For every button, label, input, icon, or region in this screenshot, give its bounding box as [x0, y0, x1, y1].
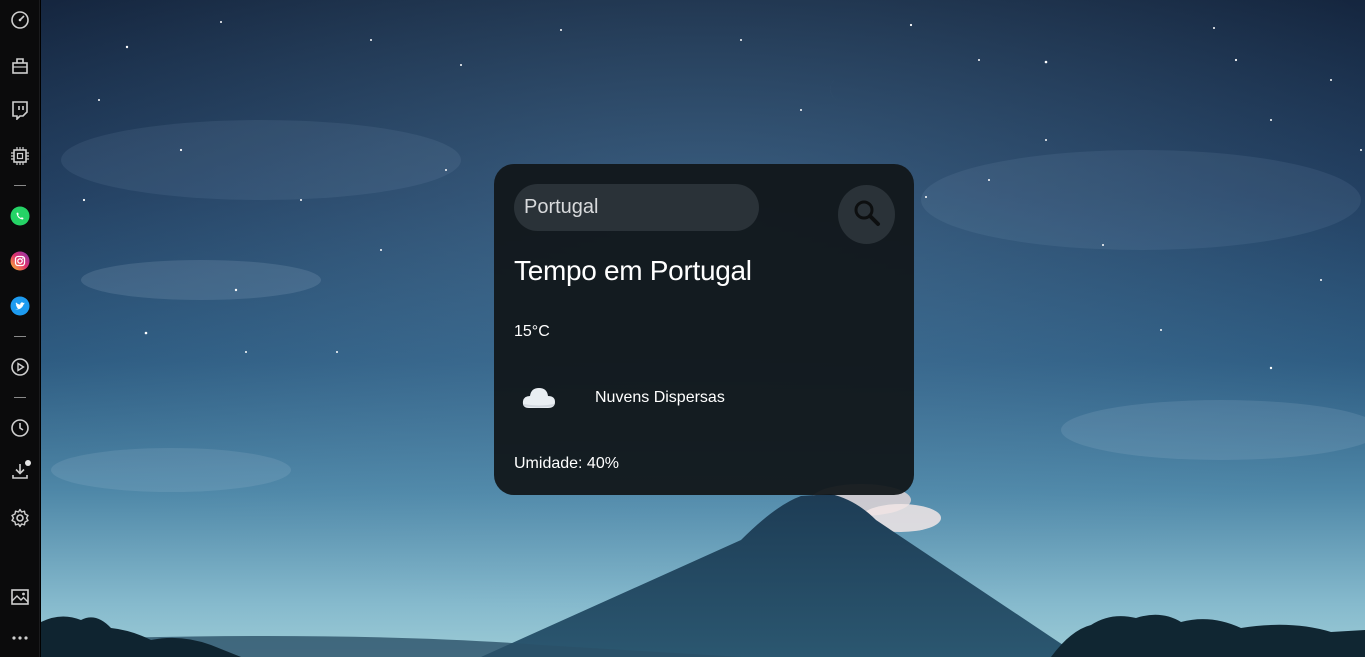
- player-icon[interactable]: [8, 355, 32, 379]
- wallpaper-icon[interactable]: [8, 585, 32, 609]
- sidebar-divider: [14, 397, 26, 398]
- download-icon[interactable]: [8, 459, 32, 483]
- weather-description: Nuvens Dispersas: [595, 389, 725, 406]
- twitter-icon[interactable]: [8, 294, 32, 318]
- whatsapp-icon[interactable]: [8, 204, 32, 228]
- search-icon: [853, 199, 881, 230]
- more-icon[interactable]: [8, 626, 32, 650]
- temperature: 15°C: [514, 323, 550, 340]
- search-input[interactable]: [514, 184, 759, 231]
- sidebar-divider: [14, 185, 26, 186]
- sidebar: [0, 0, 40, 657]
- clock-icon[interactable]: [8, 416, 32, 440]
- cloud-icon: [522, 384, 556, 417]
- notification-dot: [25, 460, 31, 466]
- weather-card: Tempo em Portugal 15°C Nuvens Dispersas …: [494, 164, 914, 495]
- humidity: Umidade: 40%: [514, 455, 619, 472]
- weather-title: Tempo em Portugal: [514, 255, 752, 286]
- instagram-icon[interactable]: [8, 249, 32, 273]
- cpu-icon[interactable]: [8, 144, 32, 168]
- gear-icon[interactable]: [8, 506, 32, 530]
- search-button[interactable]: [838, 185, 895, 244]
- twitch-icon[interactable]: [8, 98, 32, 122]
- bag-icon[interactable]: [8, 53, 32, 77]
- sidebar-divider: [14, 336, 26, 337]
- speedometer-icon[interactable]: [8, 8, 32, 32]
